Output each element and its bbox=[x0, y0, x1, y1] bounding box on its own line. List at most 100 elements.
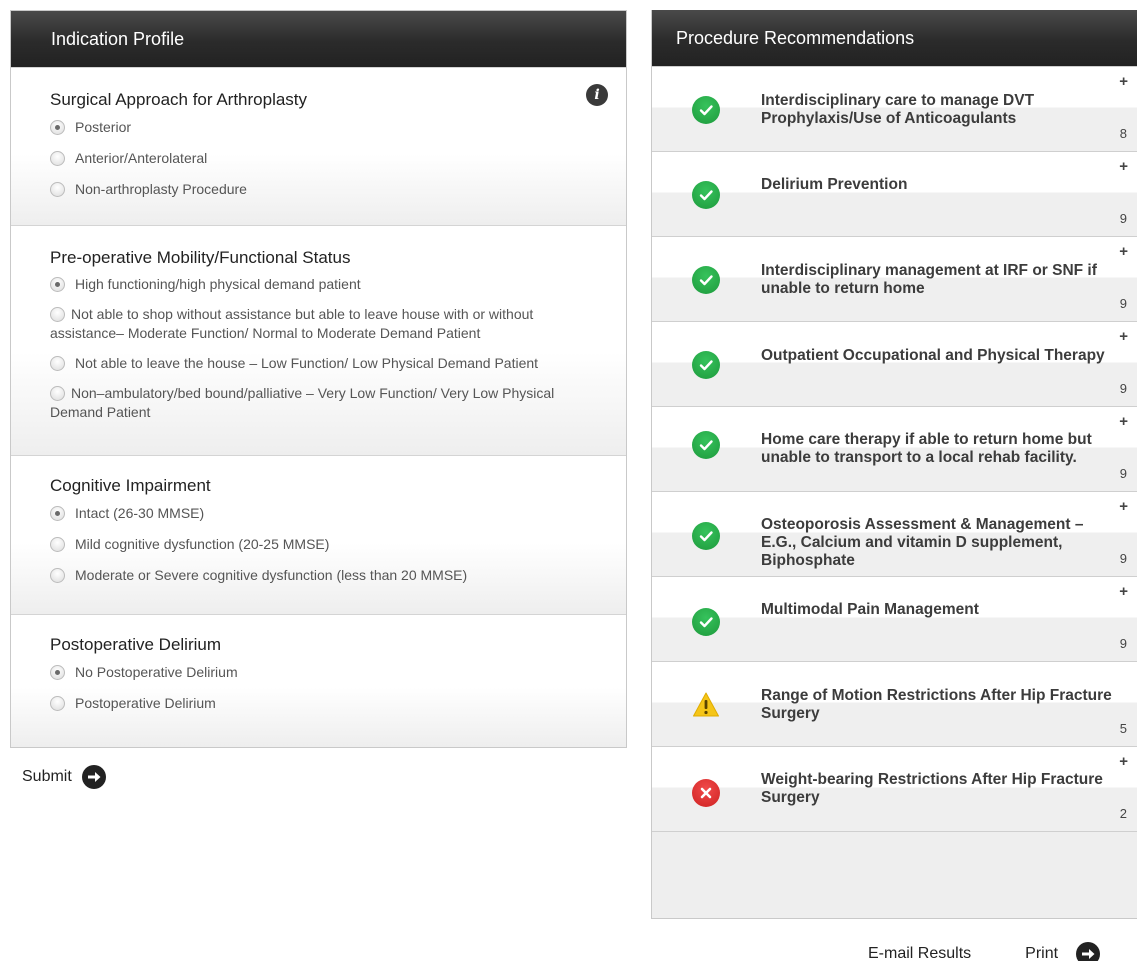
recommendation-title: Weight-bearing Restrictions After Hip Fr… bbox=[761, 771, 1103, 806]
radio-option[interactable]: High functioning/high physical demand pa… bbox=[50, 275, 606, 294]
section-title: Surgical Approach for Arthroplasty bbox=[50, 90, 308, 109]
recommendation-title: Interdisciplinary management at IRF or S… bbox=[761, 262, 1097, 297]
email-results-link[interactable]: E-mail Results bbox=[868, 945, 971, 961]
recommendation-score: 8 bbox=[1119, 126, 1127, 141]
recommendation-score: 9 bbox=[1119, 636, 1127, 651]
expand-icon[interactable]: + bbox=[1119, 498, 1128, 515]
check-icon bbox=[692, 608, 720, 636]
recommendation-item[interactable]: Delirium Prevention + 9 bbox=[652, 151, 1137, 236]
section-surgical-approach: i Surgical Approach for Arthroplasty Pos… bbox=[11, 67, 626, 225]
radio-option[interactable]: Intact (26-30 MMSE) bbox=[50, 504, 606, 523]
panel-title: Procedure Recommendations bbox=[676, 27, 915, 48]
recommendation-score: 9 bbox=[1119, 211, 1127, 226]
indication-profile-panel: Indication Profile i Surgical Approach f… bbox=[10, 10, 627, 748]
recommendation-item[interactable]: Home care therapy if able to return home… bbox=[652, 406, 1137, 491]
radio-option[interactable]: Not able to shop without assistance but … bbox=[50, 305, 606, 343]
radio-option[interactable]: Moderate or Severe cognitive dysfunction… bbox=[50, 566, 606, 585]
check-icon bbox=[692, 431, 720, 459]
expand-icon[interactable]: + bbox=[1119, 243, 1128, 260]
procedure-recommendations-header: Procedure Recommendations bbox=[652, 10, 1137, 66]
recommendations-footer-area bbox=[652, 831, 1137, 832]
radio-label: Not able to leave the house – Low Functi… bbox=[75, 355, 539, 371]
recommendation-score: 2 bbox=[1119, 806, 1127, 821]
recommendation-title: Multimodal Pain Management bbox=[761, 601, 979, 618]
recommendation-item[interactable]: Osteoporosis Assessment & Management – E… bbox=[652, 491, 1137, 576]
radio-option[interactable]: Non–ambulatory/bed bound/palliative – Ve… bbox=[50, 384, 606, 422]
radio-label: Intact (26-30 MMSE) bbox=[75, 505, 205, 521]
panel-title: Indication Profile bbox=[51, 28, 185, 49]
recommendation-title: Delirium Prevention bbox=[761, 176, 908, 193]
radio-button[interactable] bbox=[50, 151, 65, 166]
expand-icon[interactable]: + bbox=[1119, 583, 1128, 600]
warning-icon bbox=[692, 691, 720, 719]
indication-profile-header: Indication Profile bbox=[11, 11, 626, 67]
section-title: Cognitive Impairment bbox=[50, 476, 211, 495]
recommendation-title: Home care therapy if able to return home… bbox=[761, 431, 1092, 466]
recommendation-title: Interdisciplinary care to manage DVT Pro… bbox=[761, 92, 1035, 127]
radio-label: Non–ambulatory/bed bound/palliative – Ve… bbox=[50, 385, 555, 420]
radio-label: Moderate or Severe cognitive dysfunction… bbox=[75, 567, 468, 583]
radio-button[interactable] bbox=[50, 182, 65, 197]
x-icon bbox=[692, 779, 720, 807]
radio-button[interactable] bbox=[50, 665, 65, 680]
radio-button[interactable] bbox=[50, 356, 65, 371]
radio-label: High functioning/high physical demand pa… bbox=[75, 276, 361, 292]
radio-option[interactable]: Non-arthroplasty Procedure bbox=[50, 180, 606, 199]
section-title: Postoperative Delirium bbox=[50, 635, 222, 654]
radio-label: Postoperative Delirium bbox=[75, 695, 216, 711]
radio-option[interactable]: Anterior/Anterolateral bbox=[50, 149, 606, 168]
recommendation-score: 9 bbox=[1119, 296, 1127, 311]
footer-actions: E-mail Results Print bbox=[868, 942, 1101, 961]
arrow-right-icon[interactable] bbox=[81, 765, 106, 789]
check-icon bbox=[692, 181, 720, 209]
radio-label: Anterior/Anterolateral bbox=[75, 150, 208, 166]
radio-label: Not able to shop without assistance but … bbox=[50, 306, 534, 341]
submit-button[interactable]: Submit bbox=[22, 765, 106, 789]
radio-button[interactable] bbox=[50, 696, 65, 711]
radio-label: Mild cognitive dysfunction (20-25 MMSE) bbox=[75, 536, 330, 552]
radio-button[interactable] bbox=[50, 537, 65, 552]
recommendation-score: 9 bbox=[1119, 551, 1127, 566]
section-postoperative-delirium: Postoperative Delirium No Postoperative … bbox=[11, 614, 626, 747]
procedure-recommendations-panel: Procedure Recommendations Interdisciplin… bbox=[651, 10, 1137, 919]
expand-icon[interactable]: + bbox=[1119, 328, 1128, 345]
check-icon bbox=[692, 351, 720, 379]
radio-label: No Postoperative Delirium bbox=[75, 664, 238, 680]
recommendation-item[interactable]: Range of Motion Restrictions After Hip F… bbox=[652, 661, 1137, 746]
info-icon[interactable]: i bbox=[586, 84, 608, 106]
expand-icon[interactable]: + bbox=[1119, 158, 1128, 175]
radio-option[interactable]: Not able to leave the house – Low Functi… bbox=[50, 354, 606, 373]
radio-option[interactable]: Mild cognitive dysfunction (20-25 MMSE) bbox=[50, 535, 606, 554]
expand-icon[interactable]: + bbox=[1119, 413, 1128, 430]
recommendation-score: 5 bbox=[1119, 721, 1127, 736]
section-cognitive-impairment: Cognitive Impairment Intact (26-30 MMSE)… bbox=[11, 455, 626, 614]
check-icon bbox=[692, 266, 720, 294]
recommendation-item[interactable]: Interdisciplinary management at IRF or S… bbox=[652, 236, 1137, 321]
radio-button[interactable] bbox=[50, 120, 65, 135]
print-link[interactable]: Print bbox=[1025, 945, 1058, 961]
check-icon bbox=[692, 522, 720, 550]
recommendation-item[interactable]: Interdisciplinary care to manage DVT Pro… bbox=[652, 66, 1137, 151]
check-icon bbox=[692, 96, 720, 124]
radio-option[interactable]: Posterior bbox=[50, 118, 606, 137]
radio-label: Posterior bbox=[75, 119, 132, 135]
radio-button[interactable] bbox=[50, 307, 65, 322]
expand-icon[interactable]: + bbox=[1119, 753, 1128, 770]
recommendation-title: Outpatient Occupational and Physical The… bbox=[761, 347, 1105, 364]
section-mobility-status: Pre-operative Mobility/Functional Status… bbox=[11, 225, 626, 455]
radio-option[interactable]: No Postoperative Delirium bbox=[50, 663, 606, 682]
recommendation-item[interactable]: Outpatient Occupational and Physical The… bbox=[652, 321, 1137, 406]
expand-icon[interactable]: + bbox=[1119, 73, 1128, 90]
radio-button[interactable] bbox=[50, 277, 65, 292]
radio-button[interactable] bbox=[50, 506, 65, 521]
recommendation-title: Osteoporosis Assessment & Management – E… bbox=[761, 516, 1084, 569]
recommendation-score: 9 bbox=[1119, 381, 1127, 396]
radio-button[interactable] bbox=[50, 568, 65, 583]
recommendation-score: 9 bbox=[1119, 466, 1127, 481]
radio-button[interactable] bbox=[50, 386, 65, 401]
recommendation-item[interactable]: Multimodal Pain Management + 9 bbox=[652, 576, 1137, 661]
recommendation-item[interactable]: Weight-bearing Restrictions After Hip Fr… bbox=[652, 746, 1137, 831]
radio-option[interactable]: Postoperative Delirium bbox=[50, 694, 606, 713]
section-title: Pre-operative Mobility/Functional Status bbox=[50, 248, 351, 267]
arrow-right-icon[interactable] bbox=[1076, 942, 1101, 961]
